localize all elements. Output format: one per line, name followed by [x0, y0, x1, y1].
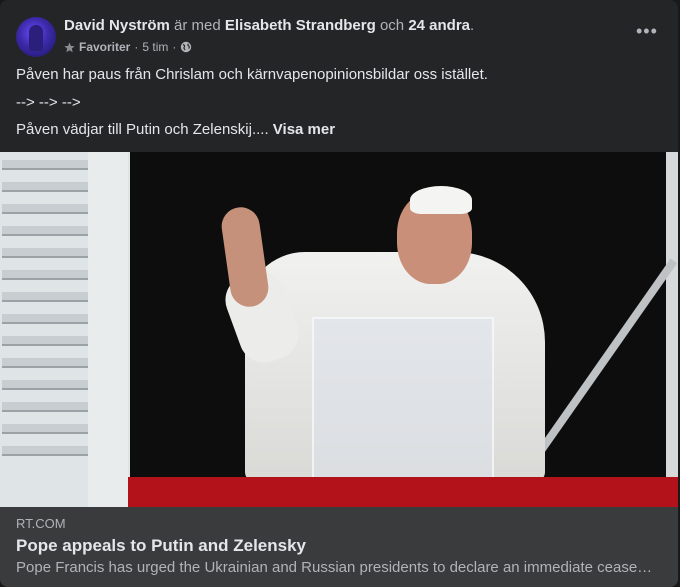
post-time[interactable]: 5 tim: [142, 40, 168, 54]
link-title[interactable]: Pope appeals to Putin and Zelensky: [16, 536, 306, 556]
post-text-line-2: --> --> -->: [16, 94, 81, 111]
author-name[interactable]: David Nyström: [64, 17, 170, 34]
tagged-others[interactable]: 24 andra: [408, 17, 470, 34]
globe-icon: [181, 41, 192, 53]
zucchetto: [410, 186, 472, 214]
audience-label[interactable]: Favoriter: [79, 40, 130, 54]
post-card: David Nyström är med Elisabeth Strandber…: [0, 0, 678, 587]
post-header: David Nyström är med Elisabeth Strandber…: [64, 17, 474, 34]
meta-separator: ·: [134, 40, 139, 54]
link-preview-image[interactable]: [0, 152, 678, 507]
and-text: och: [379, 17, 405, 34]
window-frame: [88, 152, 128, 507]
meta-separator: ·: [172, 40, 177, 54]
tagged-person[interactable]: Elisabeth Strandberg: [225, 17, 376, 34]
glass-lectern: [312, 317, 494, 481]
link-preview[interactable]: RT.COM Pope appeals to Putin and Zelensk…: [0, 507, 678, 587]
link-domain: RT.COM: [16, 516, 66, 531]
star-icon: [64, 42, 75, 52]
window-frame-right: [666, 152, 678, 507]
author-avatar[interactable]: [16, 17, 56, 57]
link-description: Pope Francis has urged the Ukrainian and…: [16, 559, 653, 576]
with-text: är med: [174, 17, 221, 34]
see-more-link[interactable]: Visa mer: [273, 121, 335, 138]
header-period: .: [470, 17, 475, 34]
more-options-button[interactable]: •••: [636, 22, 657, 40]
post-text-line-3: Påven vädjar till Putin och Zelenskij...…: [16, 121, 335, 138]
post-text-snippet: Påven vädjar till Putin och Zelenskij...…: [16, 121, 269, 138]
post-text-line-1: Påven har paus från Chrislam och kärnvap…: [16, 66, 488, 83]
red-banner: [128, 477, 678, 507]
post-meta: Favoriter · 5 tim ·: [64, 40, 192, 54]
more-horizontal-icon: •••: [636, 21, 658, 41]
